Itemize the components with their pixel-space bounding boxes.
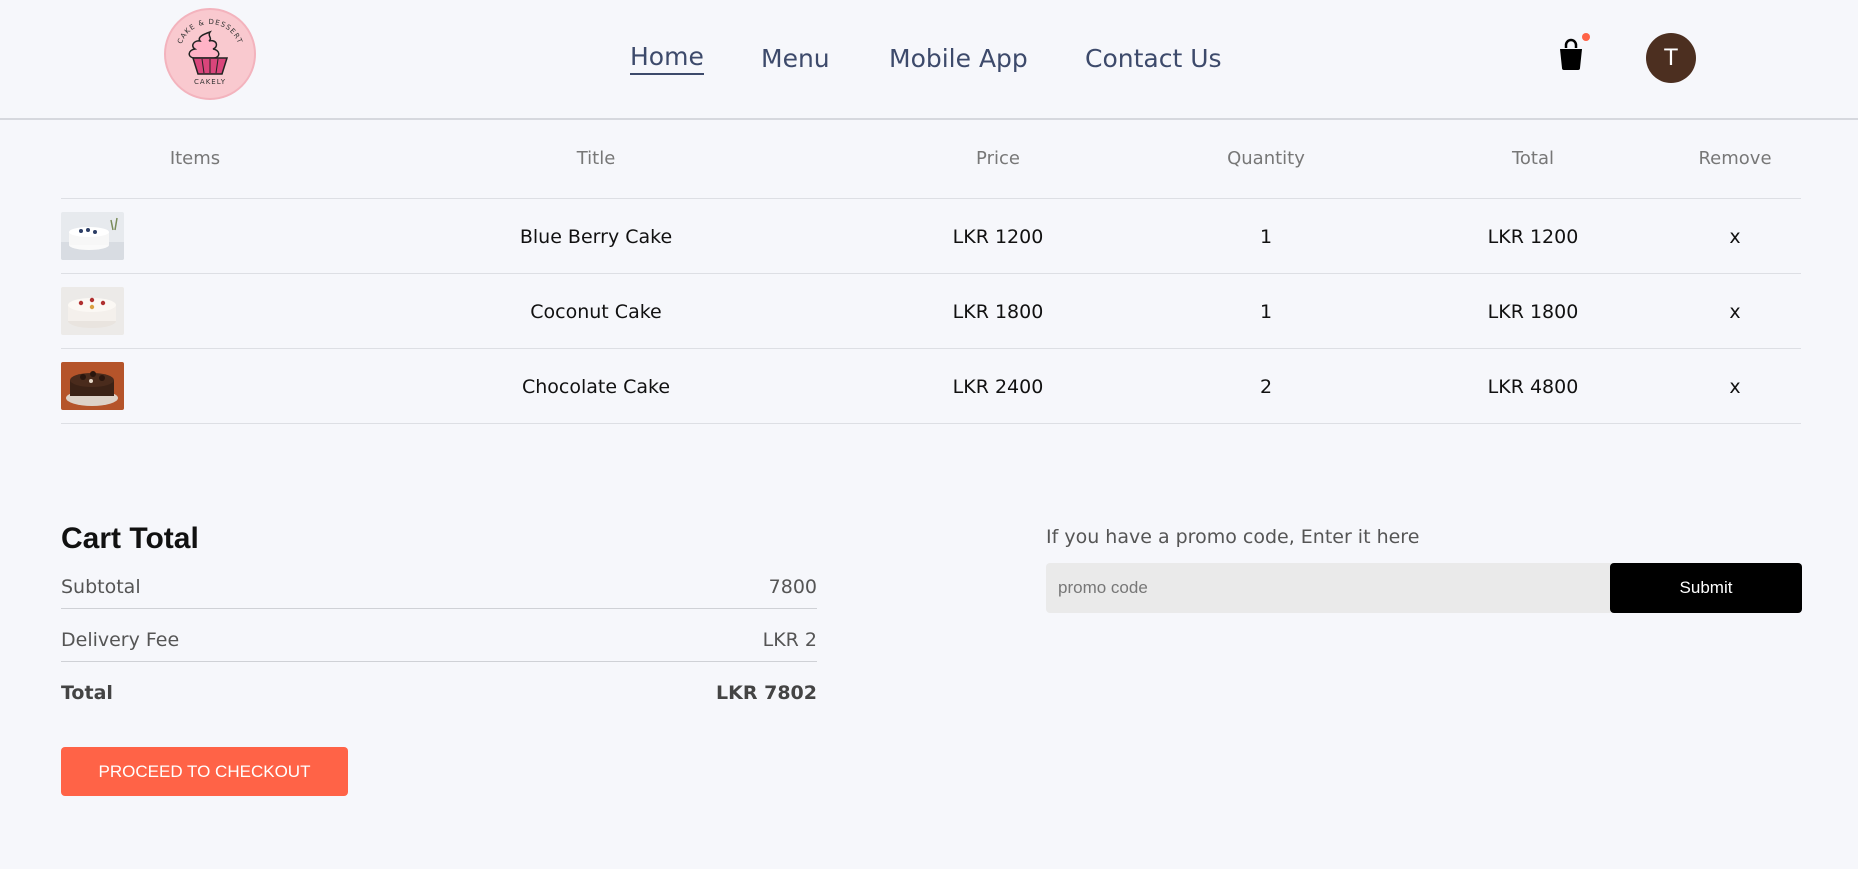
item-title: Chocolate Cake: [521, 376, 671, 398]
subtotal-label: Subtotal: [61, 576, 141, 598]
cart-items-table: Items Title Price Quantity Total Remove …: [61, 140, 1801, 424]
nav-contact-us[interactable]: Contact Us: [1085, 44, 1222, 73]
delivery-fee-line: Delivery Fee LKR 2: [61, 609, 817, 662]
site-header: CAKE & DESSERT CAKELY Home Menu Mobile A…: [0, 0, 1858, 120]
user-avatar[interactable]: T: [1646, 33, 1696, 83]
chocolate-cake-thumbnail: [61, 362, 124, 410]
proceed-to-checkout-button[interactable]: PROCEED TO CHECKOUT: [61, 747, 348, 796]
total-value: LKR 7802: [716, 682, 817, 704]
table-row: Chocolate Cake LKR 2400 2 LKR 4800 x: [61, 349, 1801, 424]
nav-home[interactable]: Home: [630, 42, 704, 75]
item-title: Blue Berry Cake: [519, 226, 673, 248]
column-header-title: Title: [576, 148, 616, 169]
cart-total-panel: Cart Total Subtotal 7800 Delivery Fee LK…: [61, 522, 817, 714]
item-quantity: 1: [1259, 301, 1273, 323]
promo-code-input[interactable]: [1046, 563, 1609, 613]
total-line: Total LKR 7802: [61, 662, 817, 714]
nav-mobile-app[interactable]: Mobile App: [889, 44, 1028, 73]
logo-text-bottom: CAKELY: [194, 78, 226, 86]
cart-notification-dot: [1582, 33, 1590, 41]
item-total: LKR 1200: [1487, 226, 1579, 248]
promo-code-panel: If you have a promo code, Enter it here …: [1046, 526, 1802, 613]
table-row: Coconut Cake LKR 1800 1 LKR 1800 x: [61, 274, 1801, 349]
promo-submit-button[interactable]: Submit: [1610, 563, 1802, 613]
item-total: LKR 1800: [1487, 301, 1579, 323]
remove-item-button[interactable]: x: [1729, 301, 1740, 323]
remove-item-button[interactable]: x: [1729, 376, 1740, 398]
column-header-items: Items: [169, 148, 221, 169]
item-price: LKR 1800: [952, 301, 1044, 323]
delivery-fee-label: Delivery Fee: [61, 629, 180, 651]
cart-total-heading: Cart Total: [61, 522, 199, 555]
column-header-total: Total: [1511, 148, 1555, 169]
promo-code-form: Submit: [1046, 563, 1802, 613]
delivery-fee-value: LKR 2: [762, 629, 817, 651]
item-title: Coconut Cake: [530, 301, 662, 323]
promo-code-label: If you have a promo code, Enter it here: [1046, 526, 1420, 548]
blueberry-cake-thumbnail: [61, 212, 124, 260]
total-label: Total: [61, 682, 113, 704]
item-price: LKR 1200: [952, 226, 1044, 248]
subtotal-line: Subtotal 7800: [61, 556, 817, 609]
item-price: LKR 2400: [952, 376, 1044, 398]
table-row: Blue Berry Cake LKR 1200 1 LKR 1200 x: [61, 199, 1801, 274]
subtotal-value: 7800: [768, 576, 817, 598]
shopping-bag-icon[interactable]: [1556, 38, 1586, 72]
cupcake-logo-icon: CAKE & DESSERT CAKELY: [176, 18, 243, 86]
remove-item-button[interactable]: x: [1729, 226, 1740, 248]
cakely-logo[interactable]: CAKE & DESSERT CAKELY: [164, 8, 256, 100]
item-total: LKR 4800: [1487, 376, 1579, 398]
nav-menu[interactable]: Menu: [761, 44, 830, 73]
coconut-cake-thumbnail: [61, 287, 124, 335]
item-quantity: 1: [1259, 226, 1273, 248]
column-header-remove: Remove: [1698, 148, 1772, 169]
item-quantity: 2: [1259, 376, 1273, 398]
column-header-quantity: Quantity: [1227, 148, 1305, 169]
table-header: Items Title Price Quantity Total Remove: [61, 140, 1801, 199]
column-header-price: Price: [976, 148, 1020, 169]
